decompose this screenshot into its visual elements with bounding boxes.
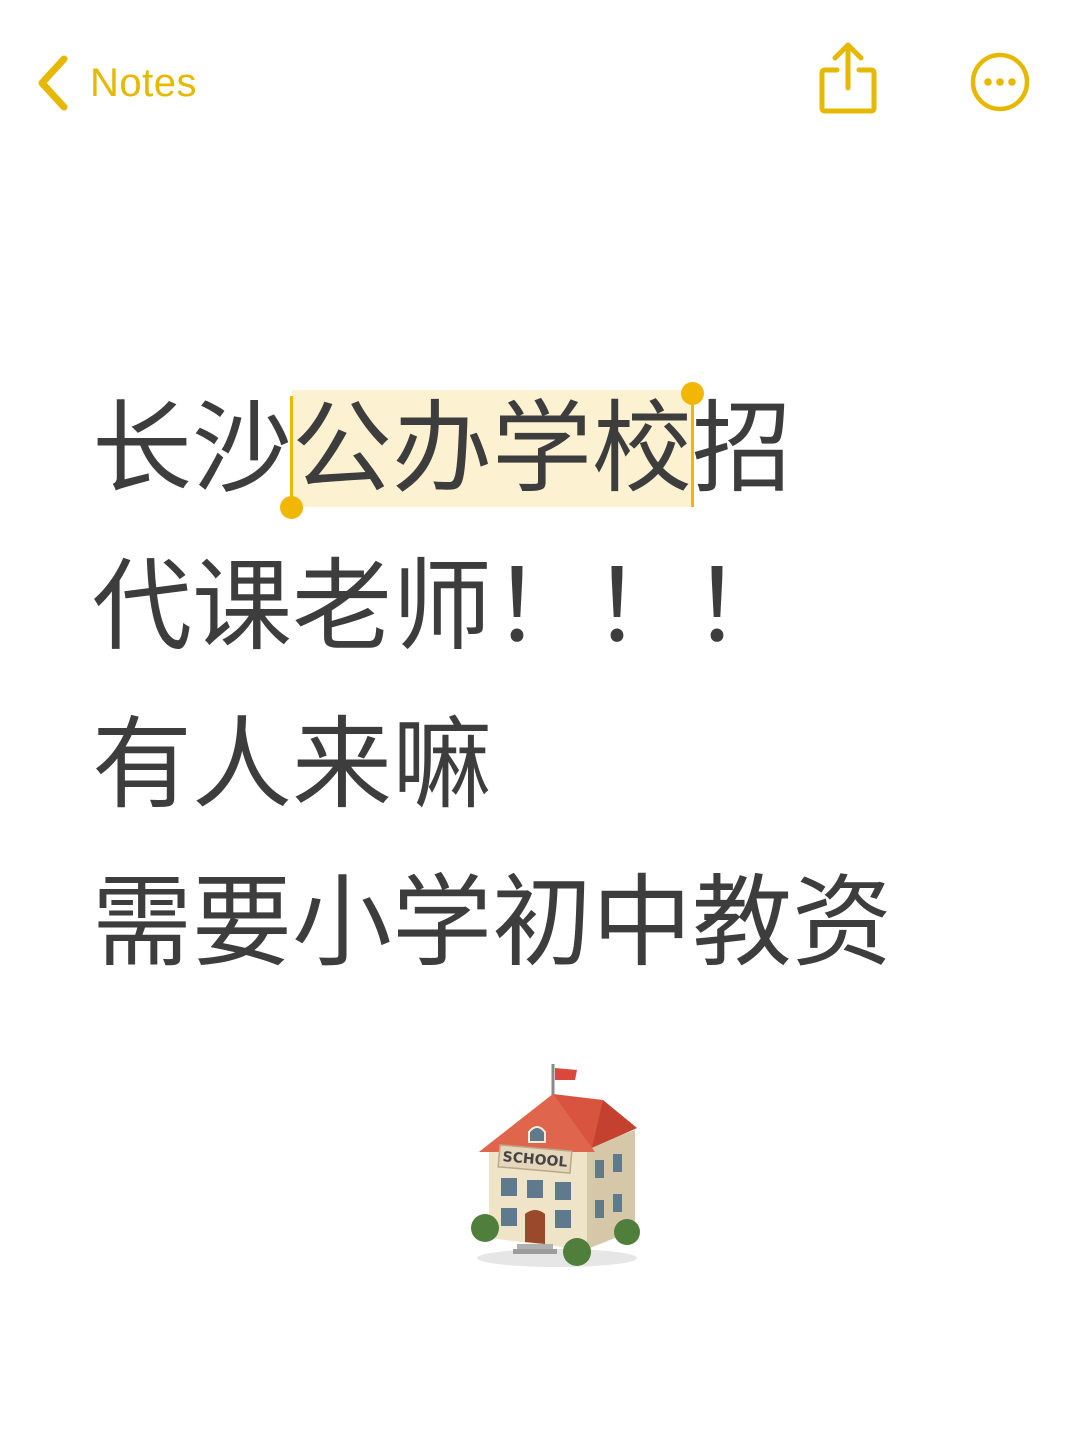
selection-end-handle[interactable] — [681, 382, 704, 507]
note-text-line1-end: 招 — [692, 390, 792, 507]
navigation-bar: Notes — [0, 0, 1080, 170]
note-line-4: 需要小学初中教资 — [92, 864, 892, 981]
note-body[interactable]: 长沙 公办学校招 代课老师！！！ 有人来嘛 需要小学初中教资 — [92, 370, 992, 1002]
note-text-line1-start: 长沙 — [92, 390, 292, 507]
share-icon — [819, 42, 877, 114]
note-line-1: 长沙 公办学校招 — [92, 370, 992, 528]
more-button[interactable] — [968, 50, 1032, 114]
text-selection[interactable]: 公办学校 — [280, 382, 704, 519]
more-ellipsis-icon — [970, 52, 1030, 112]
note-line-2: 代课老师！！！ — [92, 548, 792, 665]
back-label: Notes — [90, 60, 197, 105]
selection-start-handle[interactable] — [280, 396, 303, 519]
selected-text: 公办学校 — [292, 390, 692, 507]
school-building-icon: SCHOOL — [465, 1060, 650, 1270]
note-line-3: 有人来嘛 — [92, 706, 492, 823]
back-button[interactable]: Notes — [36, 50, 197, 116]
share-button[interactable] — [815, 40, 881, 116]
chevron-left-icon — [38, 55, 68, 111]
